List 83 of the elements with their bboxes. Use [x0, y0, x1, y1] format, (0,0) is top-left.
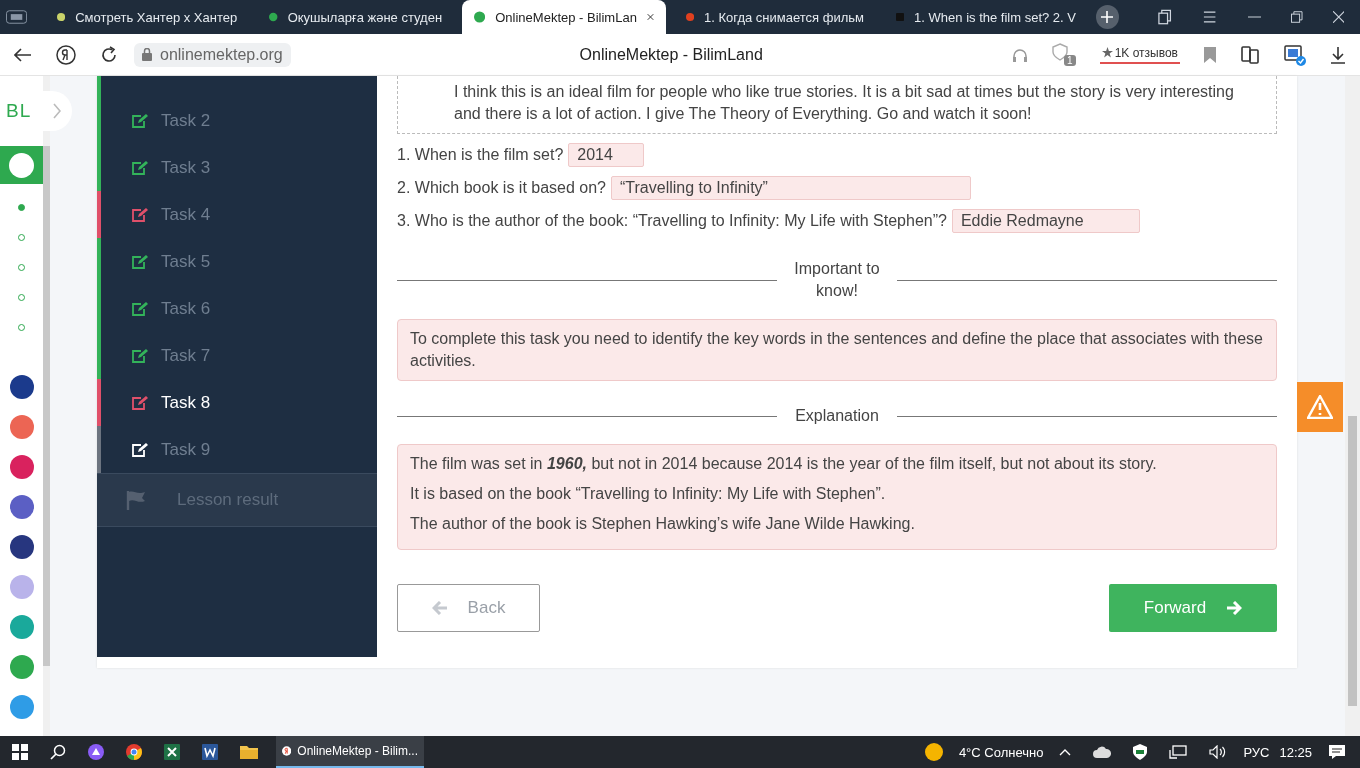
browser-tab[interactable]: Окушыларға және студен: [257, 0, 455, 34]
scrollbar-thumb[interactable]: [43, 146, 50, 666]
collections-icon[interactable]: [1240, 44, 1260, 65]
folder-icon[interactable]: [240, 745, 258, 759]
minimize-icon[interactable]: [1247, 16, 1261, 18]
arrow-left-icon: [431, 601, 448, 615]
back-arrow-icon[interactable]: [14, 47, 32, 62]
headphones-icon[interactable]: [1011, 47, 1028, 62]
step-dot[interactable]: [18, 204, 25, 211]
app-icon[interactable]: [9, 535, 34, 559]
assistant-icon[interactable]: [88, 744, 104, 760]
app-icon[interactable]: [9, 455, 34, 479]
edit-icon: [131, 300, 149, 317]
answer-field[interactable]: 2014: [568, 143, 645, 167]
edit-icon: [131, 112, 149, 129]
clock-text[interactable]: 12:25: [1279, 744, 1312, 760]
page-title: OnlineMektep - BilimLand: [578, 45, 764, 64]
task-item[interactable]: Task 8: [97, 379, 377, 426]
edit-icon: [131, 394, 149, 411]
browser-tab[interactable]: Смотреть Хантер х Хантер: [45, 0, 250, 34]
scrollbar-thumb[interactable]: [1348, 416, 1357, 706]
search-icon[interactable]: [50, 744, 66, 760]
sun-icon[interactable]: [924, 743, 943, 761]
app-icon[interactable]: [9, 495, 34, 519]
browser-icon: [282, 744, 292, 758]
explanation-text: The author of the book is Stephen Hawking’s wife Jane Wilde Hawking.: [410, 514, 916, 534]
flag-icon: [125, 489, 147, 511]
reading-text: I think this is an ideal film for people who like true stories. It is a bit sad at times but the story is very interesting and there is a lot of action. I give The Theory of Everything. Go and watch it soon!: [454, 82, 1235, 124]
chevron-up-icon[interactable]: [1059, 748, 1072, 756]
cloud-icon[interactable]: [1093, 746, 1112, 758]
spreadsheet-app-icon[interactable]: [164, 744, 180, 760]
tabs-icon[interactable]: [1156, 9, 1173, 25]
browser-tab[interactable]: 1. When is the film set? 2. V: [884, 0, 1088, 34]
section-heading: Explanation: [794, 406, 880, 426]
windows-start-icon[interactable]: [12, 744, 28, 760]
star-icon: [1101, 47, 1113, 58]
word-processor-icon[interactable]: [202, 744, 218, 760]
new-tab-button[interactable]: [1095, 5, 1119, 29]
arrow-right-icon: [1226, 601, 1243, 615]
weather-text[interactable]: 4°C Солнечно: [958, 744, 1044, 760]
speaker-icon[interactable]: [1209, 745, 1228, 759]
language-indicator[interactable]: РУС: [1243, 744, 1270, 760]
bookmark-icon[interactable]: [1204, 46, 1216, 63]
answer-field[interactable]: Eddie Redmayne: [951, 209, 1140, 233]
menu-icon[interactable]: [1202, 11, 1218, 23]
reviews-button[interactable]: 1K отзывов: [1099, 45, 1180, 64]
address-field[interactable]: onlinemektep.org: [134, 42, 291, 67]
edit-icon: [131, 206, 149, 223]
extension-button[interactable]: 1: [1051, 43, 1076, 66]
edit-icon: [131, 441, 149, 458]
reload-icon[interactable]: [100, 45, 118, 64]
warning-icon: [1307, 395, 1333, 419]
edit-icon: [131, 253, 149, 270]
edit-icon: [131, 159, 149, 176]
hd-icon[interactable]: [6, 10, 28, 24]
download-icon[interactable]: [1330, 45, 1346, 64]
notification-icon[interactable]: [1328, 744, 1346, 760]
app-tile[interactable]: [0, 146, 43, 184]
section-heading: Important to know!: [793, 259, 881, 301]
app-icon[interactable]: [9, 375, 34, 399]
yandex-circle-icon[interactable]: [56, 44, 76, 65]
question-text: 1. When is the film set?: [397, 146, 564, 164]
plus-icon: [1101, 11, 1114, 23]
favicon-icon: [474, 9, 486, 25]
browser-tab[interactable]: 1. Когда снимается фильм: [673, 0, 876, 34]
question-text: 3. Who is the author of the book: “Travelling to Infinity: My Life with Stephen”?: [397, 212, 947, 230]
browser-tab[interactable]: OnlineMektep - BilimLan: [462, 0, 666, 34]
shield-icon[interactable]: [1133, 744, 1148, 760]
question-text: 2. Which book is it based on?: [397, 179, 606, 197]
network-icon[interactable]: [1169, 745, 1188, 759]
chrome-icon[interactable]: [126, 744, 142, 760]
close-icon[interactable]: [646, 12, 654, 22]
explanation-text: It is based on the book “Travelling to Infinity: My Life with Stephen”.: [410, 484, 887, 504]
edit-icon: [131, 347, 149, 364]
explanation-text: The film was set in 1960, but not in 2014 because 2014 is the year of the film itself, but not about its story.: [410, 454, 1158, 474]
lock-icon: [142, 48, 152, 61]
restore-icon[interactable]: [1291, 11, 1303, 23]
chevron-right-icon: [53, 103, 61, 119]
taskbar-app-button[interactable]: OnlineMektep - Bilim...: [276, 736, 424, 768]
hint-text: To complete this task you need to identify the key words in the sentences and define the place that associates with these activities.: [410, 329, 1264, 371]
screenshot-icon[interactable]: [1284, 43, 1306, 66]
shield-icon: [1051, 43, 1068, 61]
answer-field[interactable]: “Travelling to Infinity”: [611, 176, 971, 200]
